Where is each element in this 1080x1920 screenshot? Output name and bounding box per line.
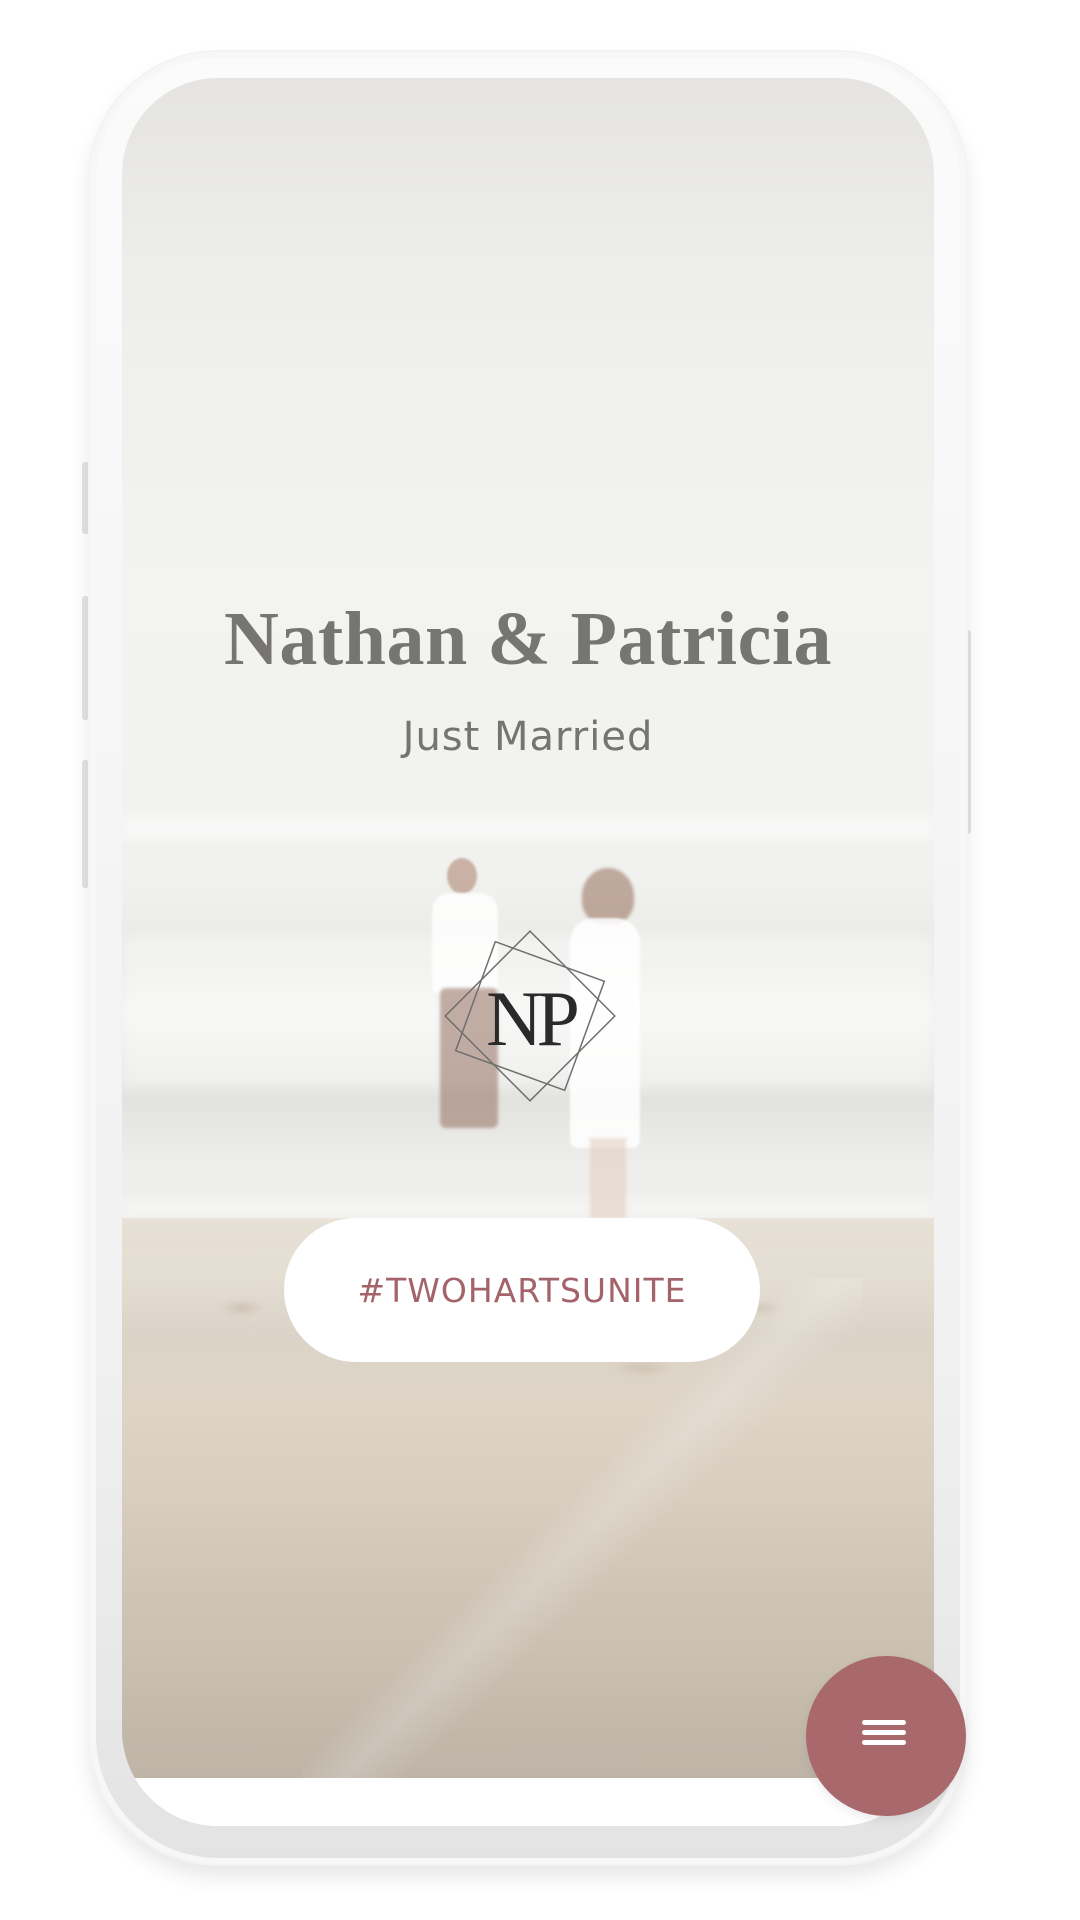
groom-figure: [447, 858, 477, 894]
phone-volume-up-button: [82, 596, 89, 720]
phone-volume-down-button: [82, 760, 89, 888]
menu-icon: [862, 1720, 906, 1754]
page-subtitle: Just Married: [402, 714, 654, 760]
bride-figure: [590, 1138, 626, 1218]
monogram-logo: NP: [410, 916, 650, 1116]
page-title: Nathan & Patricia: [224, 597, 832, 681]
menu-icon-bar: [862, 1720, 906, 1725]
bottom-strip: [122, 1778, 934, 1826]
stage: Nathan & Patricia Just Married NP #TWOHA…: [0, 0, 1080, 1920]
monogram-letters: NP: [486, 975, 580, 1062]
phone-side-button: [82, 462, 89, 534]
menu-button[interactable]: [806, 1656, 966, 1816]
phone-screen: Nathan & Patricia Just Married NP #TWOHA…: [122, 78, 934, 1826]
hashtag-button[interactable]: #TWOHARTSUNITE: [284, 1218, 760, 1362]
menu-icon-bar: [862, 1730, 906, 1735]
menu-icon-bar: [862, 1740, 906, 1745]
